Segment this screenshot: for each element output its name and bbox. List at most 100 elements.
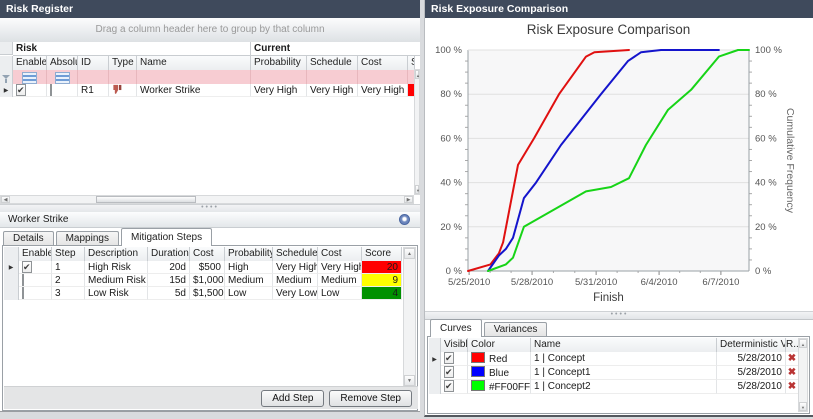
ms-score-cell[interactable]: 9	[362, 274, 402, 287]
col-id[interactable]: ID	[78, 56, 109, 70]
ms-schedule-cell[interactable]: Very High	[273, 261, 318, 274]
risk-probability-cell[interactable]: Very High	[251, 84, 307, 97]
curves-grid-vscrollbar[interactable]: ▲ ▼	[798, 338, 808, 412]
cv-color-cell[interactable]: Blue	[468, 366, 531, 380]
remove-curve-icon[interactable]: ✖	[786, 380, 798, 394]
ms-description-cell[interactable]: High Risk	[85, 261, 148, 274]
curve-row-green[interactable]: #FF00FF00 1 | Concept2 5/28/2010 ✖	[429, 380, 799, 394]
mitigation-row-2[interactable]: 2 Medium Risk 15d $1,000 Medium Medium M…	[4, 274, 404, 287]
risk-row-worker-strike[interactable]: ▶ R1 Worker Strike Very High Very High V…	[0, 84, 420, 97]
col-visible[interactable]: Visible	[441, 338, 468, 352]
filter-cell[interactable]	[251, 70, 307, 84]
col-absolute[interactable]: Absolu...	[47, 56, 78, 70]
col-enabled[interactable]: Enabled	[19, 247, 52, 261]
scroll-down-icon[interactable]: ▼	[404, 375, 415, 386]
visible-checkbox[interactable]	[444, 352, 454, 364]
filter-cell[interactable]	[78, 70, 109, 84]
ms-probability-cell[interactable]: Low	[225, 287, 273, 300]
col-probability[interactable]: Probability	[225, 247, 273, 261]
ms-cost2-cell[interactable]: Low	[318, 287, 362, 300]
cv-deterministic-cell[interactable]: 5/28/2010	[717, 380, 786, 394]
mitigation-row-1[interactable]: ▶ 1 High Risk 20d $500 High Very High Ve…	[4, 261, 404, 274]
ms-enabled-cell[interactable]	[19, 261, 52, 274]
col-probability[interactable]: Probability	[251, 56, 307, 70]
cv-visible-cell[interactable]	[441, 380, 468, 394]
cv-visible-cell[interactable]	[441, 352, 468, 366]
add-step-button[interactable]: Add Step	[261, 390, 324, 407]
scroll-up-icon[interactable]: ▲	[404, 248, 415, 259]
filter-cell[interactable]	[358, 70, 408, 84]
cv-deterministic-cell[interactable]: 5/28/2010	[717, 352, 786, 366]
enabled-checkbox[interactable]	[22, 274, 24, 286]
cv-name-cell[interactable]: 1 | Concept	[531, 352, 717, 366]
scroll-left-icon[interactable]: ◀	[1, 196, 10, 203]
ms-duration-cell[interactable]: 20d	[148, 261, 190, 274]
visible-checkbox[interactable]	[444, 366, 454, 378]
ms-cost-cell[interactable]: $500	[190, 261, 225, 274]
scroll-up-icon[interactable]: ▲	[799, 339, 807, 348]
ms-enabled-cell[interactable]	[19, 274, 52, 287]
group-by-drop-zone[interactable]: Drag a column header here to group by th…	[0, 18, 420, 43]
cv-deterministic-cell[interactable]: 5/28/2010	[717, 366, 786, 380]
ms-cost-cell[interactable]: $1,500	[190, 287, 225, 300]
curve-row-blue[interactable]: Blue 1 | Concept1 5/28/2010 ✖	[429, 366, 799, 380]
risk-cost-cell[interactable]: Very High	[358, 84, 408, 97]
remove-curve-icon[interactable]: ✖	[786, 366, 798, 380]
band-header-current[interactable]: Current	[251, 42, 420, 56]
scroll-right-icon[interactable]: ▶	[404, 196, 413, 203]
absolute-checkbox[interactable]	[50, 84, 52, 96]
ms-step-cell[interactable]: 1	[52, 261, 85, 274]
mitigation-grid-vscrollbar[interactable]: ▲ ▼	[403, 247, 416, 387]
cv-name-cell[interactable]: 1 | Concept1	[531, 366, 717, 380]
col-schedule[interactable]: Schedule	[273, 247, 318, 261]
col-curve-name[interactable]: Name	[531, 338, 717, 352]
ms-cost-cell[interactable]: $1,000	[190, 274, 225, 287]
ms-duration-cell[interactable]: 5d	[148, 287, 190, 300]
tab-mitigation-steps[interactable]: Mitigation Steps	[121, 228, 212, 246]
mitigation-row-3[interactable]: 3 Low Risk 5d $1,500 Low Very Low Low 4	[4, 287, 404, 300]
ms-enabled-cell[interactable]	[19, 287, 52, 300]
scroll-up-icon[interactable]: ▲	[415, 70, 419, 79]
enabled-checkbox[interactable]	[16, 84, 26, 96]
cv-color-cell[interactable]: Red	[468, 352, 531, 366]
filter-cell[interactable]	[137, 70, 251, 84]
col-deterministic-value[interactable]: Deterministic Value	[717, 338, 786, 352]
risk-name-cell[interactable]: Worker Strike	[137, 84, 251, 97]
ms-probability-cell[interactable]: Medium	[225, 274, 273, 287]
ms-description-cell[interactable]: Low Risk	[85, 287, 148, 300]
col-name[interactable]: Name	[137, 56, 251, 70]
ms-cost2-cell[interactable]: Very High	[318, 261, 362, 274]
ms-description-cell[interactable]: Medium Risk	[85, 274, 148, 287]
filter-cell[interactable]	[307, 70, 358, 84]
risk-grid-vscrollbar[interactable]: ▲ ▼	[414, 69, 420, 195]
enabled-checkbox[interactable]	[22, 287, 24, 299]
remove-curve-icon[interactable]: ✖	[786, 352, 798, 366]
filter-absolute-cell[interactable]	[47, 70, 78, 84]
filter-cell[interactable]	[109, 70, 137, 84]
col-color[interactable]: Color	[468, 338, 531, 352]
ms-schedule-cell[interactable]: Medium	[273, 274, 318, 287]
col-cost[interactable]: Cost	[358, 56, 408, 70]
filter-dropdown-icon[interactable]	[55, 72, 70, 84]
band-header-risk[interactable]: Risk	[13, 42, 251, 56]
col-duration[interactable]: Duration	[148, 247, 190, 261]
ms-cost2-cell[interactable]: Medium	[318, 274, 362, 287]
cv-name-cell[interactable]: 1 | Concept2	[531, 380, 717, 394]
ms-step-cell[interactable]: 2	[52, 274, 85, 287]
enabled-checkbox[interactable]	[22, 261, 32, 273]
visible-checkbox[interactable]	[444, 380, 454, 392]
col-enabled[interactable]: Enabled	[13, 56, 47, 70]
ms-step-cell[interactable]: 3	[52, 287, 85, 300]
ms-duration-cell[interactable]: 15d	[148, 274, 190, 287]
ms-score-cell[interactable]: 20	[362, 261, 402, 274]
col-score-truncated[interactable]: Sc	[408, 56, 415, 70]
col-cost2[interactable]: Cost	[318, 247, 362, 261]
cv-color-cell[interactable]: #FF00FF00	[468, 380, 531, 394]
col-cost[interactable]: Cost	[190, 247, 225, 261]
tab-variances[interactable]: Variances	[484, 322, 548, 337]
cv-visible-cell[interactable]	[441, 366, 468, 380]
risk-id-cell[interactable]: R1	[78, 84, 109, 97]
col-schedule[interactable]: Schedule	[307, 56, 358, 70]
col-score[interactable]: Score	[362, 247, 402, 261]
risk-enabled-cell[interactable]	[13, 84, 47, 97]
